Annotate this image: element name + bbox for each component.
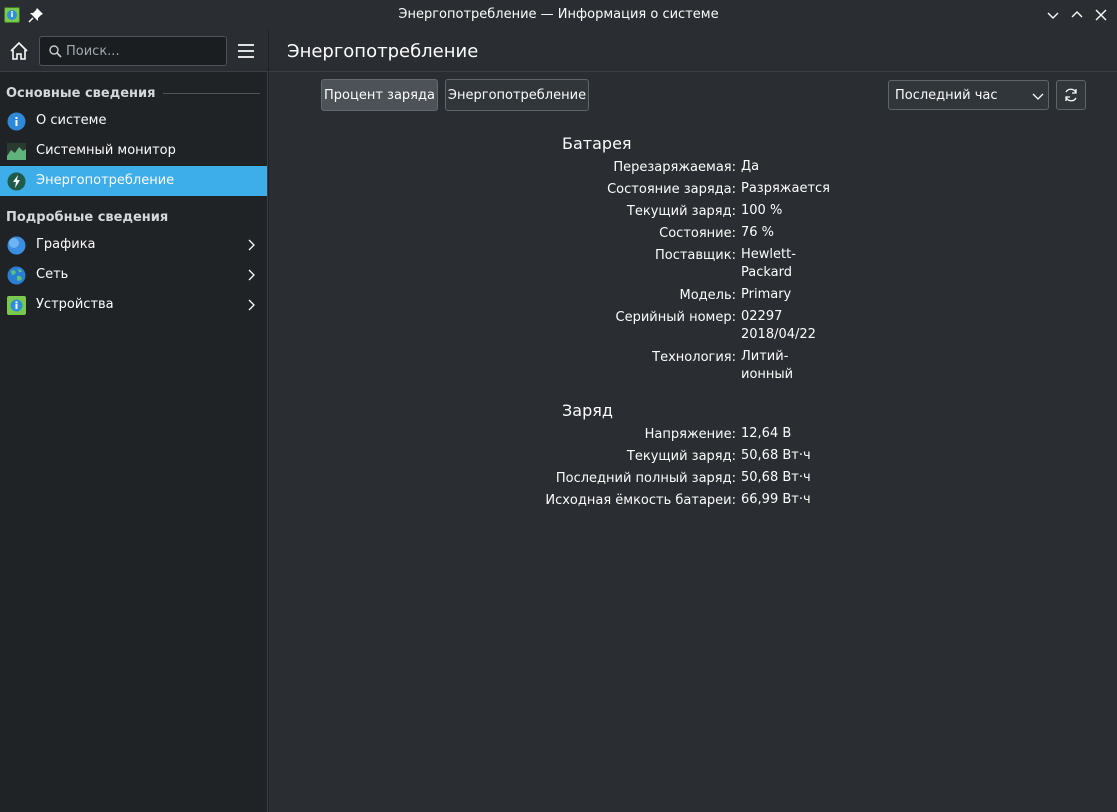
battery-vendor-value: Hewlett- Packard [741, 247, 796, 280]
battery-technology-value: Литий- ионный [741, 349, 794, 382]
battery-rechargeable-label: Перезаряжаемая: [613, 160, 736, 175]
chevron-right-icon [248, 239, 255, 251]
info-icon [7, 112, 26, 131]
sidebar-header [0, 30, 268, 72]
section-header-detailed: Подробные сведения [6, 207, 260, 227]
main-header: Энергопотребление [269, 30, 1117, 72]
charge-group-title: Заряд [562, 401, 613, 420]
page-title: Энергопотребление [287, 41, 479, 62]
sidebar-item-network[interactable]: Сеть [0, 260, 267, 290]
time-range-value: Последний час [895, 88, 998, 103]
energy-icon [7, 172, 26, 191]
section-divider [163, 92, 260, 94]
battery-current-charge-value: 100 % [741, 203, 783, 218]
time-range-select[interactable]: Последний час [888, 80, 1049, 110]
energy-design-label: Исходная ёмкость батареи: [545, 493, 736, 508]
battery-rechargeable-value: Да [741, 159, 760, 174]
close-icon[interactable] [1092, 6, 1110, 24]
battery-technology-label: Технология: [652, 350, 736, 365]
energy-now-label: Текущий заряд: [626, 449, 736, 464]
sidebar-item-graphics[interactable]: Графика [0, 230, 267, 260]
hamburger-menu-icon[interactable] [236, 41, 256, 61]
chevron-right-icon [248, 269, 255, 281]
energy-design-value: 66,99 Вт·ч [741, 492, 811, 507]
network-icon [7, 266, 26, 285]
energy-now-value: 50,68 Вт·ч [741, 448, 811, 463]
battery-charge-state-value: Разряжается [741, 181, 831, 196]
section-title: Основные сведения [6, 85, 156, 101]
battery-model-value: Primary [741, 287, 792, 302]
battery-serial-label: Серийный номер: [615, 310, 736, 325]
energy-consumption-button[interactable]: Энергопотребление [445, 79, 589, 111]
sidebar-item-system-monitor[interactable]: Системный монитор [0, 136, 267, 166]
voltage-value: 12,64 В [741, 426, 792, 441]
energy-full-label: Последний полный заряд: [555, 471, 736, 486]
chevron-down-icon [1032, 93, 1044, 100]
sidebar: Основные сведения О системе Системный мо… [0, 72, 268, 812]
battery-charge-state-label: Состояние заряда: [607, 182, 736, 197]
refresh-button[interactable] [1056, 80, 1086, 110]
battery-health-label: Состояние: [659, 226, 736, 241]
sidebar-item-about[interactable]: О системе [0, 106, 267, 136]
minimize-icon[interactable] [1044, 6, 1062, 24]
battery-vendor-label: Поставщик: [654, 248, 736, 263]
search-icon [49, 45, 62, 58]
search-field[interactable] [39, 36, 227, 66]
home-icon[interactable] [8, 40, 30, 62]
sidebar-item-label: О системе [36, 113, 107, 128]
battery-current-charge-label: Текущий заряд: [626, 204, 736, 219]
battery-group-title: Батарея [562, 134, 632, 153]
energy-full-value: 50,68 Вт·ч [741, 470, 811, 485]
devices-icon [7, 296, 26, 315]
system-monitor-icon [7, 143, 26, 160]
battery-serial-value: 02297 2018/04/22 [741, 309, 816, 342]
sidebar-item-label: Графика [36, 237, 96, 252]
search-input[interactable] [66, 37, 224, 65]
voltage-label: Напряжение: [644, 427, 736, 442]
chevron-right-icon [248, 299, 255, 311]
maximize-icon[interactable] [1068, 6, 1086, 24]
sidebar-item-devices[interactable]: Устройства [0, 290, 267, 320]
sidebar-item-label: Сеть [36, 267, 69, 282]
section-header-basic: Основные сведения [6, 83, 260, 103]
title-bar: i Энергопотребление — Информация о систе… [0, 0, 1117, 30]
battery-health-value: 76 % [741, 225, 775, 240]
sidebar-item-energy[interactable]: Энергопотребление [0, 166, 267, 196]
sidebar-item-label: Энергопотребление [36, 173, 175, 188]
section-title: Подробные сведения [6, 209, 169, 225]
battery-model-label: Модель: [679, 288, 736, 303]
window-title: Энергопотребление — Информация о системе [398, 7, 719, 22]
graphics-icon [7, 236, 26, 255]
charge-percent-button[interactable]: Процент заряда [321, 79, 438, 111]
refresh-icon [1065, 88, 1077, 102]
sidebar-item-label: Системный монитор [36, 143, 176, 158]
sidebar-item-label: Устройства [36, 297, 114, 312]
main-content: Процент заряда Энергопотребление Последн… [269, 72, 1117, 812]
